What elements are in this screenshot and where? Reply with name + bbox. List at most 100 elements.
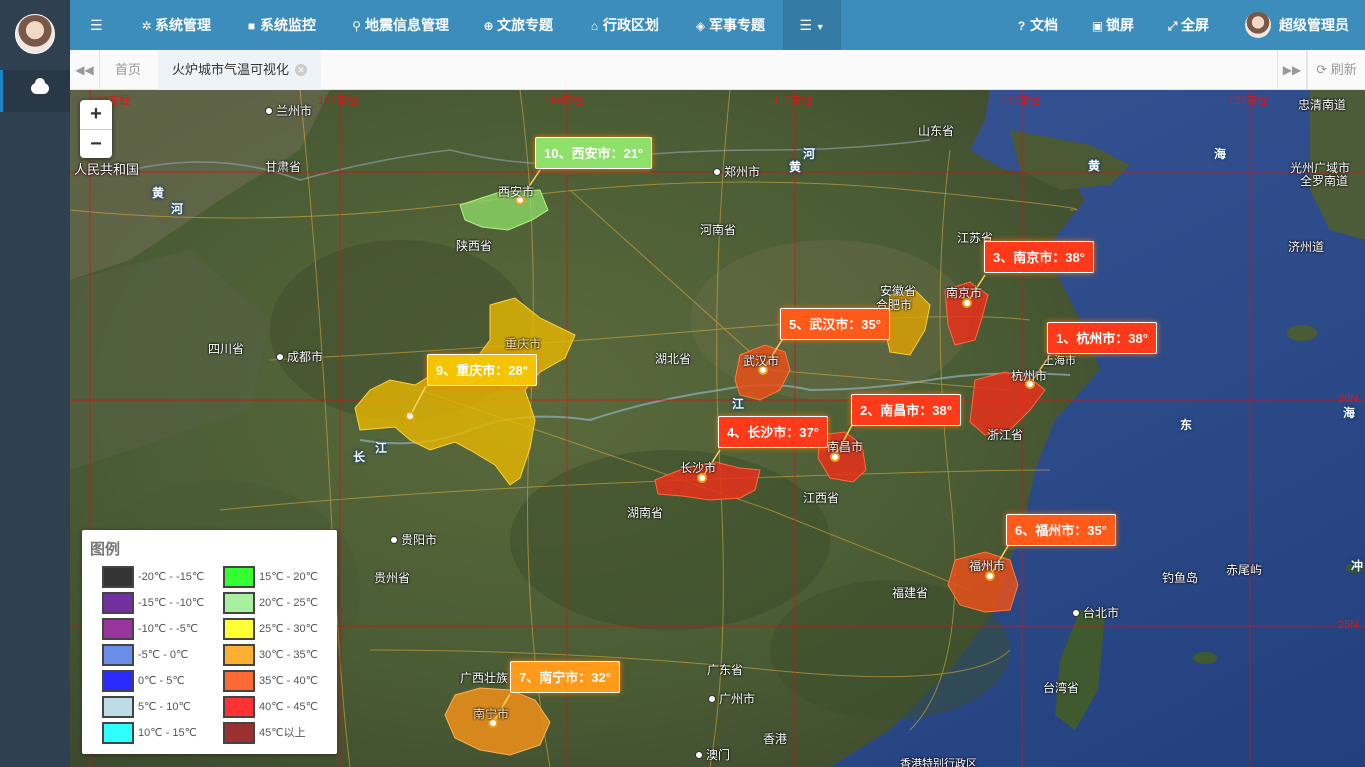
water-label: 黄 xyxy=(152,186,165,200)
city-temp-label-xian[interactable]: 10、西安市：21° xyxy=(535,137,653,169)
legend-swatch xyxy=(102,670,134,692)
refresh-button[interactable]: ⟳ 刷新 xyxy=(1307,50,1365,90)
water-label: 海 xyxy=(1214,147,1227,161)
legend-swatch xyxy=(223,566,255,588)
fullscreen-button[interactable]: ⤢ 全屏 xyxy=(1166,0,1209,50)
legend-item: 30℃ - 35℃ xyxy=(223,644,318,668)
map-view[interactable]: 100东经 105东经 110东经 115东经 120东经 125东经 30N … xyxy=(70,90,1365,767)
grid-label: 120东经 xyxy=(1000,95,1041,107)
water-label: 河 xyxy=(171,202,184,216)
map-marker-icon: ⚲ xyxy=(352,19,361,33)
nav-label: 系统监控 xyxy=(260,17,316,33)
sidebar xyxy=(0,0,70,767)
place-label: 郑州市 xyxy=(713,163,760,180)
grid-label: 125东经 xyxy=(1228,95,1269,107)
city-temp-label-changsha[interactable]: 4、长沙市：37° xyxy=(718,416,828,448)
place-label: 人民共和国 xyxy=(74,162,140,177)
place-label: 河南省 xyxy=(700,223,737,237)
tab-label: 首页 xyxy=(115,62,142,77)
water-label: 江 xyxy=(375,441,388,455)
lock-icon: ▣ xyxy=(1091,19,1104,33)
shield-icon: ◈ xyxy=(695,19,706,33)
legend-item: 20℃ - 25℃ xyxy=(223,592,318,616)
user-avatar[interactable] xyxy=(1245,12,1271,38)
place-label: 四川省 xyxy=(208,342,245,356)
city-temp-label-hangzhou[interactable]: 1、杭州市：38° xyxy=(1047,322,1157,354)
nav-item-2[interactable]: ⚲ 地震信息管理 xyxy=(350,0,449,50)
docs-button[interactable]: ? 文档 xyxy=(1015,0,1058,50)
water-label: 冲 xyxy=(1351,559,1364,573)
legend-item: 5℃ - 10℃ xyxy=(102,696,191,720)
nav-item-4[interactable]: ⌂ 行政区划 xyxy=(588,0,659,50)
place-label: 台北市 xyxy=(1072,604,1119,621)
caret-down-icon: ▼ xyxy=(815,22,825,32)
bars-icon: ☰ xyxy=(90,17,103,33)
menu-toggle-button[interactable]: ☰ xyxy=(90,0,103,50)
backward-icon: ◀◀ xyxy=(75,63,94,77)
close-icon[interactable]: ✕ xyxy=(295,64,308,76)
more-menu-dropdown[interactable]: ☰ ▼ xyxy=(783,0,841,50)
nav-item-3[interactable]: ⊕ 文旅专题 xyxy=(482,0,553,50)
tab-home[interactable]: 首页 xyxy=(101,50,155,90)
gear-icon: ✲ xyxy=(141,19,152,33)
place-label: 浙江省 xyxy=(987,428,1024,442)
list-icon: ☰ xyxy=(799,17,812,33)
sidebar-item-cloud[interactable] xyxy=(0,70,70,112)
place-label: 兰州市 xyxy=(265,102,312,119)
grid-label: 110东经 xyxy=(544,95,584,107)
legend-swatch xyxy=(223,696,255,718)
lock-screen-button[interactable]: ▣ 锁屏 xyxy=(1091,0,1134,50)
legend-label: -15℃ - -10℃ xyxy=(138,597,205,609)
city-temp-label-nanjing[interactable]: 3、南京市：38° xyxy=(984,241,1094,273)
nav-label: 地震信息管理 xyxy=(365,17,449,33)
tabs-bar: ◀◀ 首页 火炉城市气温可视化 ✕ ▶▶ ⟳ 刷新 xyxy=(70,50,1365,90)
place-label: 钓鱼岛 xyxy=(1162,571,1199,585)
place-label: 贵州省 xyxy=(374,571,411,585)
legend-swatch xyxy=(102,566,134,588)
city-temp-label-wuhan[interactable]: 5、武汉市：35° xyxy=(780,308,890,340)
nav-label: 行政区划 xyxy=(603,17,659,33)
tab-scroll-right-button[interactable]: ▶▶ xyxy=(1277,50,1307,90)
place-label: 成都市 xyxy=(276,348,323,365)
place-label: 杭州市 xyxy=(1011,369,1048,383)
legend-label: -5℃ - 0℃ xyxy=(138,649,189,661)
city-temp-label-chongqing[interactable]: 9、重庆市：28° xyxy=(427,354,537,386)
legend-item: 25℃ - 30℃ xyxy=(223,618,318,642)
avatar[interactable] xyxy=(15,14,55,54)
place-label: 山东省 xyxy=(918,124,955,138)
tab-furnace-cities[interactable]: 火炉城市气温可视化 ✕ xyxy=(158,50,322,90)
place-label: 福建省 xyxy=(892,586,929,600)
legend-swatch xyxy=(223,644,255,666)
tab-label: 火炉城市气温可视化 xyxy=(172,62,290,77)
zoom-in-button[interactable]: + xyxy=(80,100,112,129)
legend-swatch xyxy=(223,592,255,614)
city-temp-label-nanchang[interactable]: 2、南昌市：38° xyxy=(851,394,961,426)
docs-label: 文档 xyxy=(1030,17,1058,33)
legend-label: 45℃以上 xyxy=(259,727,306,739)
user-name[interactable]: 超级管理员 xyxy=(1279,0,1349,50)
city-temp-label-nanning[interactable]: 7、南宁市：32° xyxy=(510,661,620,693)
place-label: 武汉市 xyxy=(743,354,780,368)
water-label: 海 xyxy=(1343,406,1356,420)
nav-item-5[interactable]: ◈ 军事专题 xyxy=(694,0,765,50)
nav-item-1[interactable]: ■ 系统监控 xyxy=(245,0,316,50)
fullscreen-icon: ⤢ xyxy=(1167,19,1178,33)
forward-icon: ▶▶ xyxy=(1282,63,1302,77)
place-label: 香港特别行政区 xyxy=(900,758,977,767)
city-temp-label-fuzhou[interactable]: 6、福州市：35° xyxy=(1006,514,1116,546)
place-label: 江西省 xyxy=(803,491,840,505)
tab-scroll-left-button[interactable]: ◀◀ xyxy=(70,50,100,90)
nav-item-0[interactable]: ✲ 系统管理 xyxy=(140,0,211,50)
place-label: 忠清南道 xyxy=(1298,98,1347,112)
lock-label: 锁屏 xyxy=(1106,17,1134,33)
refresh-label: 刷新 xyxy=(1330,62,1357,77)
legend-label: 20℃ - 25℃ xyxy=(259,597,318,609)
zoom-control: + − xyxy=(80,100,112,158)
place-label: 澳门 xyxy=(695,746,730,763)
legend-title: 图例 xyxy=(90,541,121,558)
place-label: 全罗南道 xyxy=(1300,174,1349,188)
refresh-icon: ⟳ xyxy=(1316,62,1328,77)
legend-item: 40℃ - 45℃ xyxy=(223,696,318,720)
legend: 图例 -20℃ - -15℃ -15℃ - -10℃ -10℃ - -5℃ -5… xyxy=(82,530,337,754)
zoom-out-button[interactable]: − xyxy=(80,129,112,158)
